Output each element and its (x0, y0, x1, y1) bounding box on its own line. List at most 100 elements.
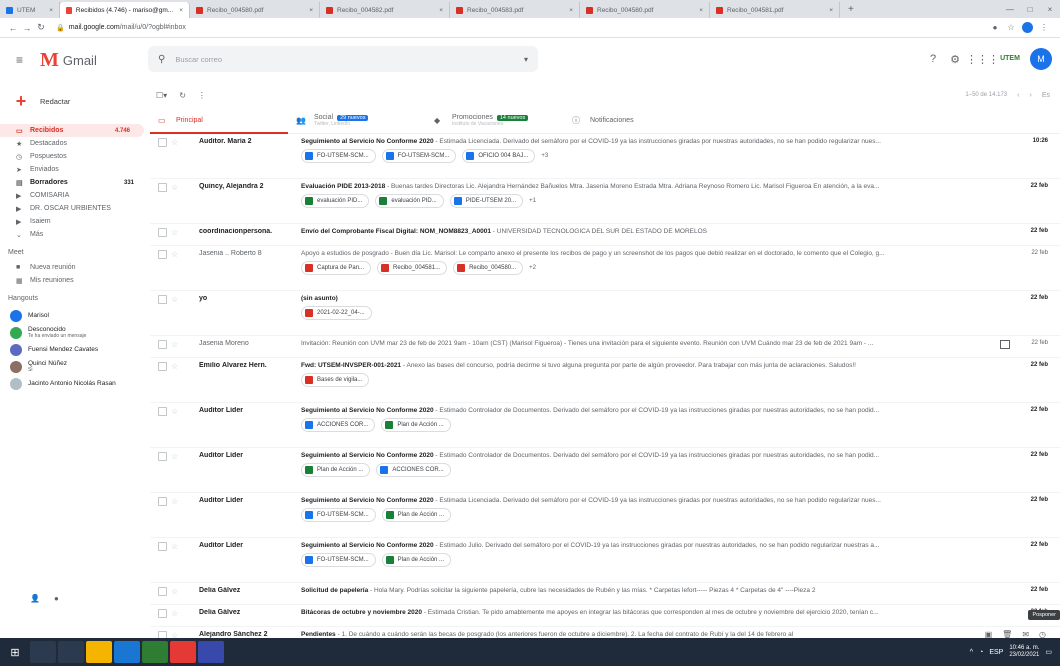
bookmark-star-icon[interactable]: ☆ (1003, 23, 1019, 32)
email-row[interactable]: ☆ Jasenia .. Roberto 8 Apoyo a estudios de… (150, 246, 1060, 291)
star-icon[interactable]: ☆ (171, 542, 185, 551)
meet-item[interactable]: ▦ Mis reuniones (0, 274, 148, 287)
row-checkbox[interactable] (158, 452, 167, 461)
attachment-chip[interactable]: FO-UTSEM-SCM... (301, 149, 376, 163)
hangouts-contact[interactable]: Jacinto Antonio Nicolás Rasan (0, 375, 148, 392)
star-icon[interactable]: ☆ (171, 295, 185, 304)
edge-icon[interactable] (114, 641, 140, 663)
attachment-chip[interactable]: Plan de Acción ... (381, 553, 452, 567)
search-options-icon[interactable]: ▾ (524, 55, 528, 64)
star-icon[interactable]: ☆ (171, 587, 185, 596)
star-icon[interactable]: ☆ (171, 183, 185, 192)
more-options-icon[interactable]: ⋮ (198, 91, 206, 100)
hangouts-contact[interactable]: Marisol (0, 307, 148, 324)
row-checkbox[interactable] (158, 542, 167, 551)
row-checkbox[interactable] (158, 250, 167, 259)
browser-tab[interactable]: Recibo_004581.pdf × (710, 2, 840, 18)
browser-tab[interactable]: Recibo_004580.pdf × (190, 2, 320, 18)
keyboard-language[interactable]: ESP (989, 649, 1003, 656)
tab-close-icon[interactable]: × (823, 7, 833, 14)
hangouts-contact[interactable]: Desconocido Te ha enviado un mensaje (0, 324, 148, 341)
tab-people[interactable]: 👥 Social 29 nuevos Twitter, LinkedIn (288, 108, 426, 133)
search-icon[interactable]: ⚲ (158, 54, 165, 65)
account-avatar[interactable]: M (1030, 48, 1052, 70)
more-attachments-count[interactable]: +3 (541, 149, 554, 163)
browser-profile-icon[interactable] (1022, 22, 1033, 33)
select-all-checkbox[interactable]: ☐▾ (156, 91, 167, 100)
browser-tab[interactable]: Recibo_004582.pdf × (320, 2, 450, 18)
sidebar-item-chevron-down[interactable]: ⌄ Más (0, 228, 148, 241)
browser-tab[interactable]: Recibo_004583.pdf × (450, 2, 580, 18)
attachment-chip[interactable]: OFICIO 004 BAJ... (462, 149, 536, 163)
sidebar-item-star[interactable]: ★ Destacados (0, 137, 148, 150)
attachment-chip[interactable]: Plan de Acción ... (301, 463, 371, 477)
tab-info[interactable]: ⓘ Notificaciones (564, 108, 702, 133)
help-icon[interactable]: ? (922, 53, 944, 65)
minimize-icon[interactable]: — (1000, 5, 1020, 14)
star-icon[interactable]: ☆ (171, 407, 185, 416)
more-attachments-count[interactable]: +2 (529, 261, 542, 275)
attachment-chip[interactable]: Plan de Acción ... (381, 418, 451, 432)
star-icon[interactable]: ☆ (171, 138, 185, 147)
row-checkbox[interactable] (158, 407, 167, 416)
hangouts-contact[interactable]: Fuensi Mendez Cavates (0, 341, 148, 358)
meet-item[interactable]: ■ Nueva reunión (0, 261, 148, 274)
email-row[interactable]: ☆ Quincy, Alejandra 2 Evaluación PIDE 2013… (150, 179, 1060, 224)
attachment-chip[interactable]: Plan de Acción ... (381, 508, 452, 522)
attachment-chip[interactable]: evaluación PID... (375, 194, 444, 208)
attachment-chip[interactable]: evaluación PID... (301, 194, 370, 208)
reload-icon[interactable]: ↻ (34, 22, 48, 33)
email-row[interactable]: ☆ Auditor Líder Seguimiento al Servicio No… (150, 538, 1060, 583)
tab-close-icon[interactable]: × (303, 7, 313, 14)
row-checkbox[interactable] (158, 138, 167, 147)
task-view-icon[interactable] (58, 641, 84, 663)
hangouts-chat-icon[interactable]: ● (54, 594, 59, 603)
star-icon[interactable]: ☆ (171, 362, 185, 371)
network-icon[interactable]: ◔ (979, 649, 983, 656)
hangouts-contacts-icon[interactable]: 👤 (30, 594, 40, 603)
email-row[interactable]: ☆ Delia Gálvez Solicitud de papelería - Ho… (150, 583, 1060, 605)
extensions-icon[interactable]: ● (987, 23, 1003, 32)
tab-close-icon[interactable]: × (43, 7, 53, 14)
chrome-icon[interactable] (170, 641, 196, 663)
row-checkbox[interactable] (158, 587, 167, 596)
email-row[interactable]: ☆ Jasenia Moreno Invitación: Reunión con U… (150, 336, 1060, 358)
row-checkbox[interactable] (158, 340, 167, 349)
compose-button[interactable]: + Redactar (8, 88, 148, 114)
attachment-chip[interactable]: ACCIONES COR... (376, 463, 451, 477)
attachment-chip[interactable]: FO-UTSEM-SCM... (301, 553, 376, 567)
row-checkbox[interactable] (158, 362, 167, 371)
row-checkbox[interactable] (158, 183, 167, 192)
star-icon[interactable]: ☆ (171, 340, 185, 349)
browser-tab[interactable]: Recibidos (4.746) - mariso@gm... × (60, 2, 190, 18)
prev-page-icon[interactable]: ‹ (1017, 92, 1019, 99)
attachment-chip[interactable]: ACCIONES COR... (301, 418, 376, 432)
settings-gear-icon[interactable]: ⚙ (944, 53, 966, 66)
search-input[interactable]: Buscar correo (175, 55, 222, 64)
sidebar-item-send[interactable]: ➤ Enviados (0, 163, 148, 176)
row-checkbox[interactable] (158, 228, 167, 237)
back-icon[interactable]: ← (6, 23, 20, 33)
email-row[interactable]: ☆ coordinacionpersona. Envío del Comproban… (150, 224, 1060, 246)
attachment-chip[interactable]: Captura de Pan... (301, 261, 372, 275)
organization-logo[interactable]: UTEM (1000, 49, 1020, 69)
attachment-chip[interactable]: 2021-02-22_04-... (301, 306, 372, 320)
star-icon[interactable]: ☆ (171, 609, 185, 618)
attachment-chip[interactable]: Recibo_004581... (377, 261, 448, 275)
new-tab-icon[interactable]: + (840, 2, 862, 18)
email-row[interactable]: ☆ Auditor Líder Seguimiento al Servicio No… (150, 403, 1060, 448)
notification-area-icon[interactable]: ^ (970, 649, 973, 656)
email-row[interactable]: ☆ Auditor. María 2 Seguimiento al Servicio… (150, 134, 1060, 179)
tab-close-icon[interactable]: × (173, 7, 183, 14)
attachment-chip[interactable]: Bases de vigila... (301, 373, 370, 387)
main-menu-icon[interactable]: ≡ (16, 53, 30, 67)
maximize-icon[interactable]: □ (1020, 5, 1040, 14)
tab-close-icon[interactable]: × (693, 7, 703, 14)
search-taskbar-icon[interactable] (30, 641, 56, 663)
row-checkbox[interactable] (158, 295, 167, 304)
attachment-chip[interactable]: Recibo_004580... (453, 261, 524, 275)
tab-inbox[interactable]: ▭ Principal (150, 108, 288, 134)
email-row[interactable]: ☆ Emilio Álvarez Hern. Fwd: UTSEM-INVSPER-… (150, 358, 1060, 403)
browser-menu-icon[interactable]: ⋮ (1036, 23, 1052, 32)
star-icon[interactable]: ☆ (171, 250, 185, 259)
